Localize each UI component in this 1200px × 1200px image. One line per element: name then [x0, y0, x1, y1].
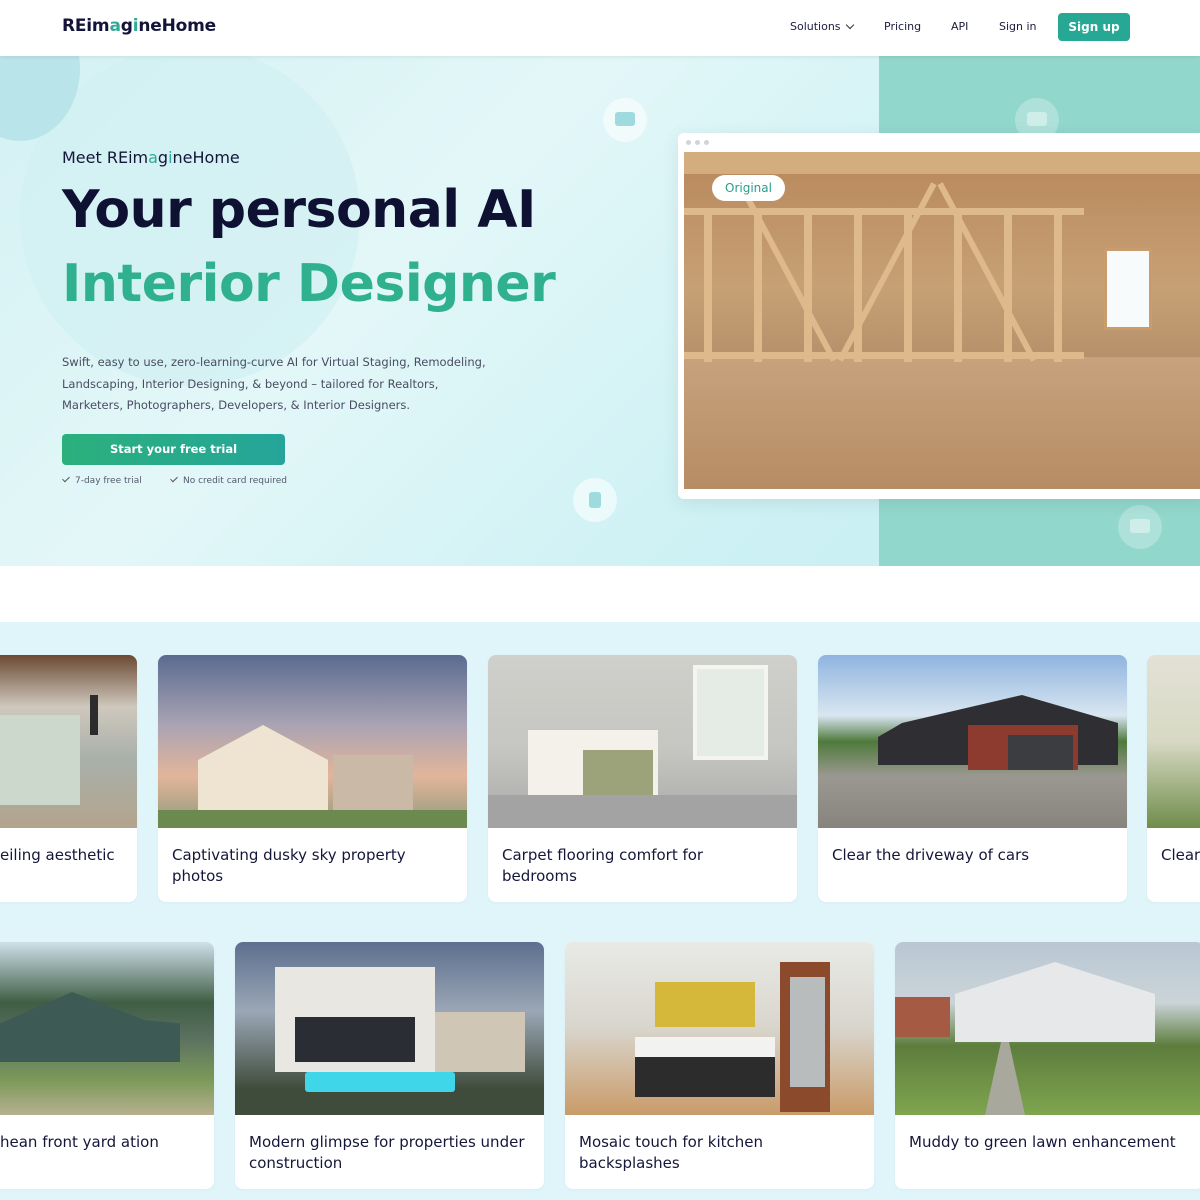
card-image [895, 942, 1200, 1115]
lamp-icon [573, 478, 617, 522]
check-icon [170, 474, 178, 483]
hero-title-line1: Your personal AI [62, 180, 536, 240]
card-image [0, 655, 137, 828]
sofa-icon [603, 98, 647, 142]
card-image [158, 655, 467, 828]
gallery-card[interactable]: Clear [1147, 655, 1200, 902]
gallery-card[interactable]: hean front yard ation [0, 942, 214, 1189]
window-dot [695, 140, 700, 145]
card-image [488, 655, 797, 828]
top-navbar: REimagineHome Solutions Pricing API Sign… [0, 0, 1200, 56]
hero-eyebrow: Meet REimagineHome [62, 148, 240, 167]
card-image [1147, 655, 1200, 828]
nav-sign-in[interactable]: Sign in [999, 20, 1037, 33]
card-image [0, 942, 214, 1115]
card-caption: Muddy to green lawn enhancement [909, 1133, 1176, 1151]
card-caption: Carpet flooring comfort for bedrooms [502, 846, 704, 885]
gallery-card[interactable]: Captivating dusky sky property photos [158, 655, 467, 902]
gallery-card[interactable]: Modern glimpse for properties under cons… [235, 942, 544, 1189]
check-icon [62, 474, 70, 483]
window-dot [686, 140, 691, 145]
card-caption: Clear [1161, 846, 1200, 864]
card-caption: Captivating dusky sky property photos [172, 846, 406, 885]
gallery-card[interactable]: Clear the driveway of cars [818, 655, 1127, 902]
nav-pricing[interactable]: Pricing [884, 20, 921, 33]
card-image [565, 942, 874, 1115]
sign-up-button[interactable]: Sign up [1058, 13, 1130, 41]
browser-frame: Original [678, 133, 1200, 499]
start-free-trial-button[interactable]: Start your free trial [62, 434, 285, 465]
page: { "nav": { "logo_pre": "REim", "logo_acc… [0, 0, 1200, 1200]
gallery-card[interactable]: Carpet flooring comfort for bedrooms [488, 655, 797, 902]
card-caption: Mosaic touch for kitchen backsplashes [579, 1133, 764, 1172]
nav-api[interactable]: API [951, 20, 968, 33]
hero-section: Meet REimagineHome Your personal AI Inte… [0, 56, 1200, 566]
check-free-trial: 7-day free trial [62, 474, 142, 486]
check-no-card: No credit card required [170, 474, 287, 486]
logo[interactable]: REimagineHome [62, 16, 216, 36]
card-caption: Clear the driveway of cars [832, 846, 1030, 864]
card-caption: Modern glimpse for properties under cons… [249, 1133, 525, 1172]
chevron-down-icon [845, 20, 854, 30]
nav-solutions[interactable]: Solutions [790, 20, 854, 33]
gallery-card[interactable]: Mosaic touch for kitchen backsplashes [565, 942, 874, 1189]
card-caption: hean front yard ation [0, 1133, 159, 1151]
hero-title-line2: Interior Designer [62, 254, 556, 314]
gallery-card[interactable]: Muddy to green lawn enhancement [895, 942, 1200, 1189]
armchair-icon [1118, 505, 1162, 549]
window-dot [704, 140, 709, 145]
original-room-photo: Original [684, 152, 1200, 489]
card-image [235, 942, 544, 1115]
room-window [1104, 248, 1152, 330]
hero-description: Swift, easy to use, zero-learning-curve … [62, 355, 486, 412]
examples-gallery: eiling aesthetic Captivating dusky sky p… [0, 622, 1200, 1200]
gallery-card[interactable]: eiling aesthetic [0, 655, 137, 902]
card-caption: eiling aesthetic [0, 846, 115, 864]
original-badge: Original [712, 175, 785, 201]
card-image [818, 655, 1127, 828]
